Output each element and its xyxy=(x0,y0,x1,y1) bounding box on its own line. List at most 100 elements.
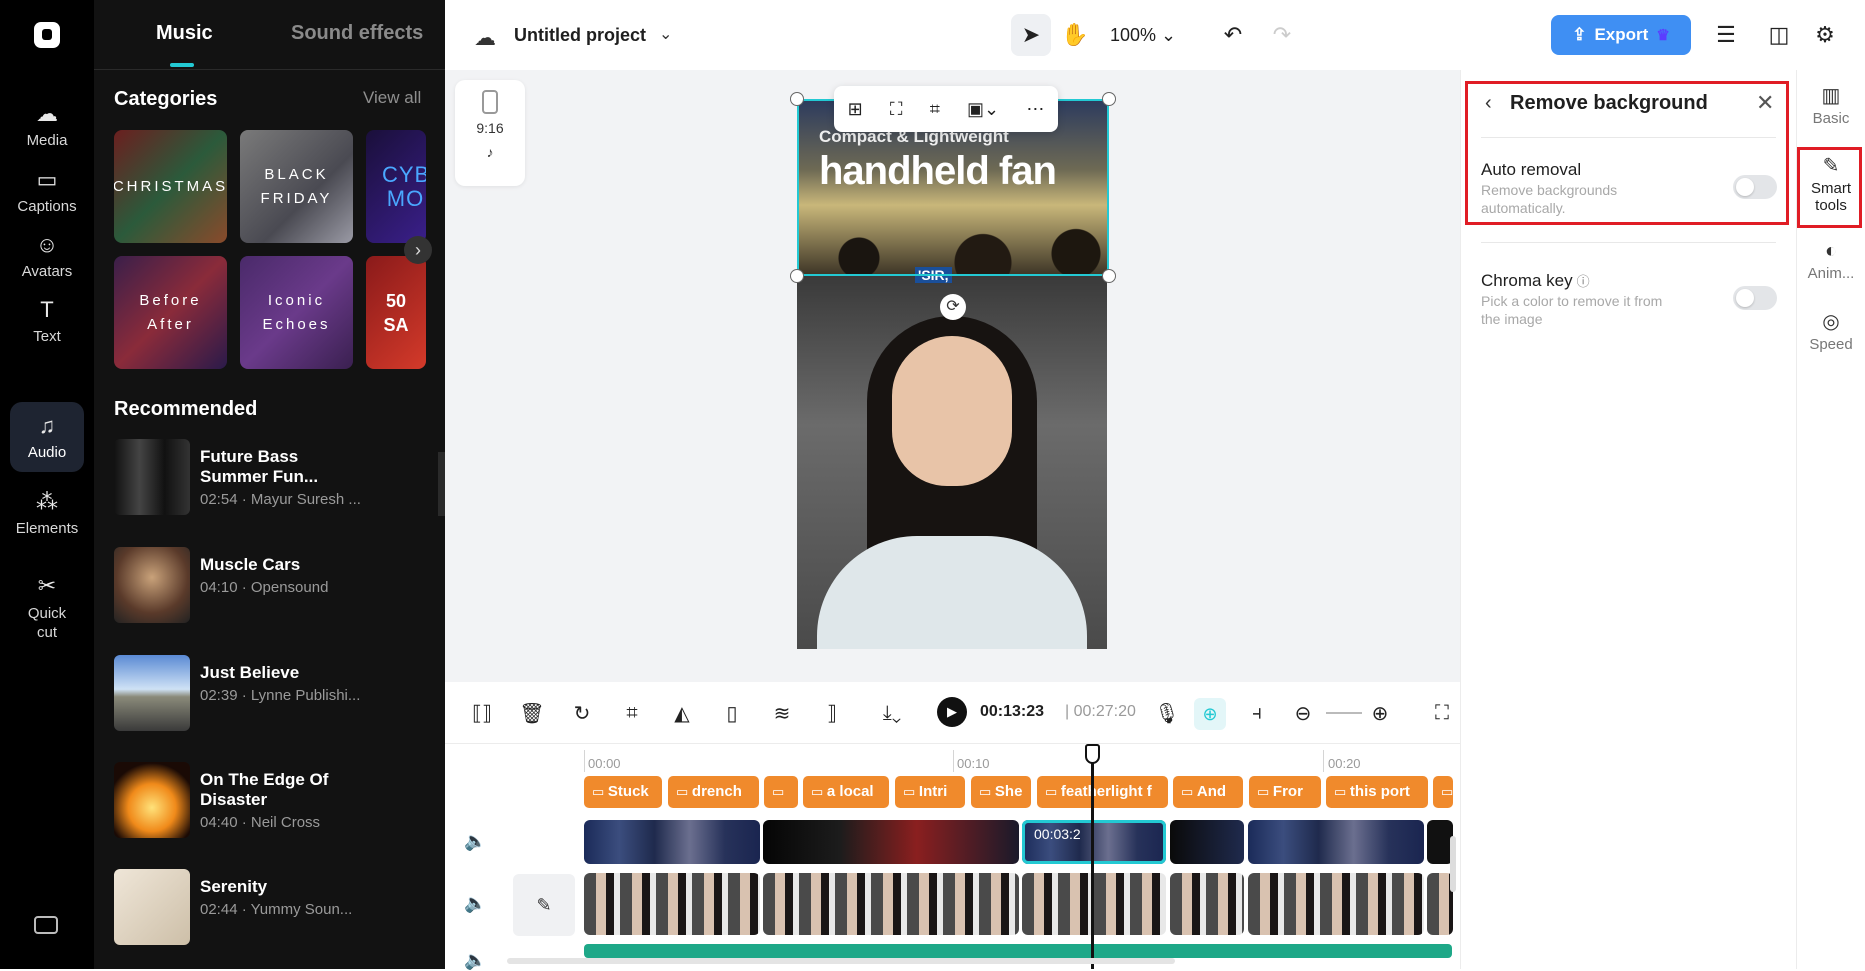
chroma-key-toggle[interactable] xyxy=(1733,286,1777,310)
adjust-button[interactable]: ≋ xyxy=(765,696,799,730)
playhead-handle[interactable] xyxy=(1085,744,1100,764)
view-all-link[interactable]: View all xyxy=(363,88,421,108)
main-video-clip[interactable] xyxy=(1170,873,1244,935)
overlay-video-clip[interactable] xyxy=(1248,820,1424,864)
resize-handle[interactable] xyxy=(1102,269,1116,283)
mute-overlay-track-icon[interactable]: 🔈 xyxy=(464,831,486,852)
overlay-video-clip[interactable] xyxy=(1170,820,1244,864)
category-iconic-echoes[interactable]: Iconic Echoes xyxy=(240,256,353,369)
layers-button[interactable]: ☰ xyxy=(1706,14,1746,56)
split-view-button[interactable]: ⫞ xyxy=(1240,696,1274,730)
main-clip[interactable] xyxy=(797,276,1107,649)
rail-item-speed[interactable]: ◎Speed xyxy=(1799,314,1863,353)
caption-clip[interactable]: drench xyxy=(668,776,759,808)
resize-handle[interactable] xyxy=(790,269,804,283)
chevron-down-icon[interactable]: ⌄ xyxy=(659,24,672,44)
info-icon[interactable]: ⓘ xyxy=(1577,274,1590,289)
overlay-video-clip[interactable] xyxy=(584,820,760,864)
cloud-sync-icon[interactable]: ☁ xyxy=(474,25,496,51)
rail-item-avatars[interactable]: ☺Avatars xyxy=(10,221,84,291)
delete-button[interactable]: 🗑 xyxy=(515,696,549,730)
resize-handle[interactable] xyxy=(1102,92,1116,106)
hand-tool-button[interactable]: ✋ xyxy=(1055,14,1095,56)
rail-item-audio[interactable]: ♫Audio xyxy=(10,402,84,472)
timeline-horizontal-scrollbar[interactable] xyxy=(507,958,1175,964)
caption-clip[interactable] xyxy=(764,776,798,808)
zoom-slider[interactable] xyxy=(1326,712,1362,714)
split-button[interactable]: ⟦⟧ xyxy=(465,696,499,730)
smart-cut-button[interactable]: ⟧ xyxy=(815,696,849,730)
track-item[interactable]: Just Believe 02:39 · Lynne Publishi... xyxy=(114,655,434,733)
settings-button[interactable]: ⚙ xyxy=(1805,14,1845,56)
crop-icon[interactable]: ⌗ xyxy=(930,99,940,120)
rail-item-elements[interactable]: ⁂Elements xyxy=(10,478,84,548)
aspect-ratio-selector[interactable]: 9:16 ♪ xyxy=(455,80,525,186)
rail-item-basic[interactable]: ▥Basic xyxy=(1799,88,1863,127)
categories-next-button[interactable]: › xyxy=(404,236,432,264)
undo-button[interactable]: ↶ xyxy=(1213,14,1253,56)
category-christmas[interactable]: CHRISTMAS xyxy=(114,130,227,243)
back-arrow-icon[interactable]: ‹ xyxy=(1485,92,1492,115)
download-button[interactable]: ⤓⌄ xyxy=(868,696,916,730)
layout-button[interactable]: ◫ xyxy=(1759,14,1799,56)
track-item[interactable]: On The Edge Of Disaster 04:40 · Neil Cro… xyxy=(114,762,434,840)
rail-item-media[interactable]: ☁Media xyxy=(10,90,84,160)
rail-item-text[interactable]: TText xyxy=(10,286,84,356)
main-video-clip[interactable] xyxy=(1022,873,1166,935)
main-video-clip[interactable] xyxy=(1248,873,1424,935)
playhead[interactable] xyxy=(1091,744,1094,969)
caption-clip[interactable]: She xyxy=(971,776,1031,808)
edit-track-button[interactable]: ✎ xyxy=(513,874,575,936)
auto-removal-toggle[interactable] xyxy=(1733,175,1777,199)
category-cyber-monday[interactable]: CYBE MON xyxy=(366,130,426,243)
freeze-button[interactable]: ▯ xyxy=(715,696,749,730)
caption-clip[interactable]: this port xyxy=(1326,776,1428,808)
main-video-clip[interactable] xyxy=(763,873,1019,935)
category-black-friday[interactable]: BLACK FRIDAY xyxy=(240,130,353,243)
track-item[interactable]: Muscle Cars 04:10 · Opensound xyxy=(114,547,434,625)
rail-item-animation[interactable]: ◐Anim... xyxy=(1799,243,1863,282)
fit-icon[interactable]: ⛶ xyxy=(890,99,903,120)
project-name[interactable]: Untitled project xyxy=(514,25,646,46)
zoom-out-button[interactable]: ⊖ xyxy=(1286,696,1320,730)
caption-clip[interactable]: Stuck xyxy=(584,776,662,808)
caption-clip[interactable]: a local xyxy=(803,776,889,808)
category-before-after[interactable]: Before After xyxy=(114,256,227,369)
select-tool-button[interactable]: ➤ xyxy=(1011,14,1051,56)
overlay-video-clip[interactable] xyxy=(763,820,1019,864)
caption-clip[interactable]: Fror xyxy=(1249,776,1321,808)
export-button[interactable]: ⇪Export♛ xyxy=(1551,15,1691,55)
rail-item-captions[interactable]: ▭Captions xyxy=(10,156,84,226)
caption-clip[interactable]: And xyxy=(1173,776,1243,808)
mute-main-track-icon[interactable]: 🔈 xyxy=(464,893,486,914)
zoom-in-button[interactable]: ⊕ xyxy=(1363,696,1397,730)
record-button[interactable]: 🎙 xyxy=(1150,696,1184,730)
caption-clip[interactable] xyxy=(1433,776,1453,808)
flip-button[interactable]: ◭ xyxy=(665,696,699,730)
track-item[interactable]: Serenity 02:44 · Yummy Soun... xyxy=(114,869,434,947)
app-logo-icon[interactable] xyxy=(34,22,60,48)
rail-item-quick-cut[interactable]: ✂Quick cut xyxy=(10,568,84,648)
redo-button[interactable]: ↷ xyxy=(1262,14,1302,56)
caption-clip[interactable]: featherlight f xyxy=(1037,776,1168,808)
tab-sound-effects[interactable]: Sound effects xyxy=(291,22,423,45)
magnet-snap-button[interactable]: ⊕ xyxy=(1194,698,1226,730)
play-button[interactable]: ▶ xyxy=(937,697,967,727)
fullscreen-button[interactable]: ⛶ xyxy=(1425,696,1459,730)
more-icon[interactable]: ⋯ xyxy=(1026,99,1044,120)
close-icon[interactable]: ✕ xyxy=(1756,90,1774,116)
audio-clip[interactable] xyxy=(584,944,1452,958)
keyboard-shortcuts-icon[interactable] xyxy=(34,916,58,934)
replace-image-icon[interactable]: ⊞ xyxy=(848,99,863,120)
crop-button[interactable]: ⌗ xyxy=(615,696,649,730)
timeline-vertical-scrollbar[interactable] xyxy=(1450,836,1456,892)
mute-audio-track-icon[interactable]: 🔈 xyxy=(464,950,486,971)
category-sale[interactable]: 50 SA xyxy=(366,256,426,369)
resize-handle[interactable] xyxy=(790,92,804,106)
zoom-level[interactable]: 100% ⌄ xyxy=(1110,25,1176,46)
replay-button[interactable]: ↻ xyxy=(565,696,599,730)
main-video-clip[interactable] xyxy=(584,873,760,935)
mask-icon[interactable]: ▣⌄ xyxy=(967,99,999,120)
track-item[interactable]: Future Bass Summer Fun... 02:54 · Mayur … xyxy=(114,439,434,517)
rotate-handle[interactable]: ⟳ xyxy=(940,294,966,320)
